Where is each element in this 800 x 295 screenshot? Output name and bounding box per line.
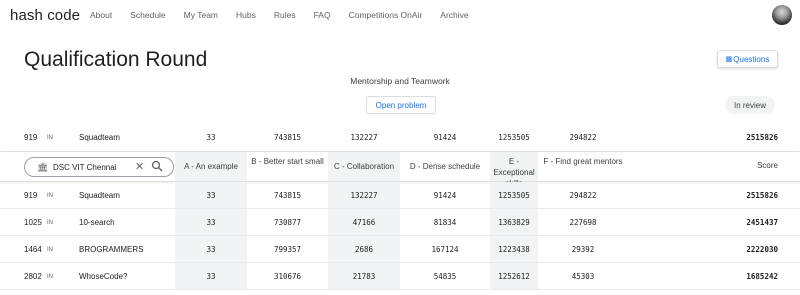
score-d: 81834 xyxy=(433,218,457,227)
table-row[interactable]: 919 IN Squadteam 33 743815 132227 91424 1253505… xyxy=(0,182,800,209)
chat-icon: ▩ xyxy=(725,56,733,63)
country-code: IN xyxy=(47,135,53,141)
rank: 2802 xyxy=(24,272,42,281)
column-header-b[interactable]: B - Better start small xyxy=(247,156,328,167)
score-c: 132227 xyxy=(350,191,378,200)
team-name: 10-search xyxy=(79,218,115,227)
score-b: 310676 xyxy=(273,272,302,281)
score-a: 33 xyxy=(206,245,216,254)
column-header-a[interactable]: A - An example xyxy=(175,161,247,172)
nav-faq[interactable]: FAQ xyxy=(314,10,331,20)
score-d: 91424 xyxy=(433,191,457,200)
team-name: Squadteam xyxy=(79,133,120,142)
table-row[interactable]: 1464 IN BROGRAMMERS 33 799357 2686 167124 12234… xyxy=(0,236,800,263)
score-b: 730877 xyxy=(273,218,302,227)
total-score: 1685242 xyxy=(746,272,778,281)
table-row[interactable]: 1025 IN 10-search 33 730877 47166 81834 1363829… xyxy=(0,209,800,236)
nav-rules[interactable]: Rules xyxy=(274,10,296,20)
nav-competitions-onair[interactable]: Competitions OnAir xyxy=(349,10,423,20)
nav-my-team[interactable]: My Team xyxy=(184,10,218,20)
score-e: 1363829 xyxy=(498,218,530,227)
page-title: Qualification Round xyxy=(24,48,208,71)
score-a: 33 xyxy=(206,272,216,281)
score-f: 29392 xyxy=(571,245,595,254)
top-navigation-bar: hash code About Schedule My Team Hubs Ru… xyxy=(0,0,800,30)
nav-hubs[interactable]: Hubs xyxy=(236,10,256,20)
table-row[interactable]: 2802 IN WhoseCode? 33 310676 21783 54835 125261… xyxy=(0,263,800,290)
score-e: 1253505 xyxy=(498,133,530,142)
score-e: 1223438 xyxy=(498,245,530,254)
questions-button[interactable]: ▩ Questions xyxy=(717,50,778,68)
score-d: 91424 xyxy=(433,133,457,142)
nav-archive[interactable]: Archive xyxy=(440,10,468,20)
country-code: IN xyxy=(47,220,53,226)
score-f: 294822 xyxy=(569,191,597,200)
search-input[interactable] xyxy=(53,161,117,174)
team-name: Squadteam xyxy=(79,191,120,200)
column-header-f[interactable]: F - Find great mentors xyxy=(538,156,628,167)
score-e: 1253505 xyxy=(498,191,530,200)
score-b: 743815 xyxy=(273,133,302,142)
rank: 1025 xyxy=(24,218,42,227)
nav-schedule[interactable]: Schedule xyxy=(130,10,165,20)
score-c: 47166 xyxy=(352,218,376,227)
score-b: 743815 xyxy=(273,191,302,200)
hub-search-box[interactable]: 🏛 ✕ xyxy=(24,157,174,177)
rank: 1464 xyxy=(24,245,42,254)
user-avatar[interactable] xyxy=(772,5,792,25)
score-a: 33 xyxy=(206,133,216,142)
score-a: 33 xyxy=(206,218,216,227)
score-b: 799357 xyxy=(273,245,302,254)
team-name: BROGRAMMERS xyxy=(79,245,144,254)
table-header: 🏛 ✕ A - An example B - Better start smal… xyxy=(0,152,800,188)
score-c: 132227 xyxy=(350,133,378,142)
rank: 919 xyxy=(24,191,38,200)
brand-logo[interactable]: hash code xyxy=(10,7,80,24)
total-score: 2222030 xyxy=(746,245,778,254)
total-score: 2515826 xyxy=(746,191,778,200)
score-f: 45303 xyxy=(571,272,595,281)
problem-subtitle: Mentorship and Teamwork xyxy=(350,76,450,86)
score-f: 294822 xyxy=(569,133,597,142)
my-team-row: 919 IN Squadteam 33 743815 132227 91424 … xyxy=(0,124,800,152)
score-c: 21783 xyxy=(352,272,376,281)
score-a: 33 xyxy=(206,191,216,200)
main-nav: About Schedule My Team Hubs Rules FAQ Co… xyxy=(90,10,487,20)
column-header-score[interactable]: Score xyxy=(700,161,778,170)
rank: 919 xyxy=(24,133,38,142)
close-icon[interactable]: ✕ xyxy=(135,160,144,173)
score-c: 2686 xyxy=(354,245,374,254)
questions-label: Questions xyxy=(733,54,770,64)
score-f: 227698 xyxy=(569,218,597,227)
total-score: 2451437 xyxy=(746,218,778,227)
nav-about[interactable]: About xyxy=(90,10,112,20)
total-score: 2515826 xyxy=(746,133,778,142)
search-icon[interactable] xyxy=(151,160,163,172)
team-name: WhoseCode? xyxy=(79,272,128,281)
open-problem-button[interactable]: Open problem xyxy=(366,96,436,114)
score-d: 167124 xyxy=(431,245,459,254)
country-code: IN xyxy=(47,247,53,253)
status-badge: In review xyxy=(725,96,775,114)
country-code: IN xyxy=(47,274,53,280)
building-icon: 🏛 xyxy=(37,162,49,172)
column-header-c[interactable]: C - Collaboration xyxy=(328,161,400,172)
country-code: IN xyxy=(47,193,53,199)
score-e: 1252612 xyxy=(498,272,530,281)
column-header-d[interactable]: D - Dense schedule xyxy=(400,161,490,172)
score-d: 54835 xyxy=(433,272,457,281)
